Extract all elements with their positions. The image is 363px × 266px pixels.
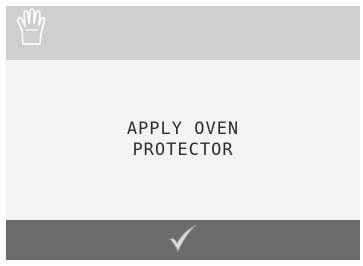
oven-display-screen: APPLY OVEN PROTECTOR	[6, 6, 360, 260]
confirm-button[interactable]	[163, 222, 203, 258]
message-line-2: PROTECTOR	[132, 140, 234, 160]
checkmark-icon	[166, 223, 200, 257]
header-bar	[6, 6, 360, 60]
message-area: APPLY OVEN PROTECTOR	[6, 60, 360, 220]
oven-mitt-hand-icon	[14, 8, 46, 46]
message-line-1: APPLY OVEN	[126, 119, 240, 139]
footer-bar	[6, 220, 360, 260]
